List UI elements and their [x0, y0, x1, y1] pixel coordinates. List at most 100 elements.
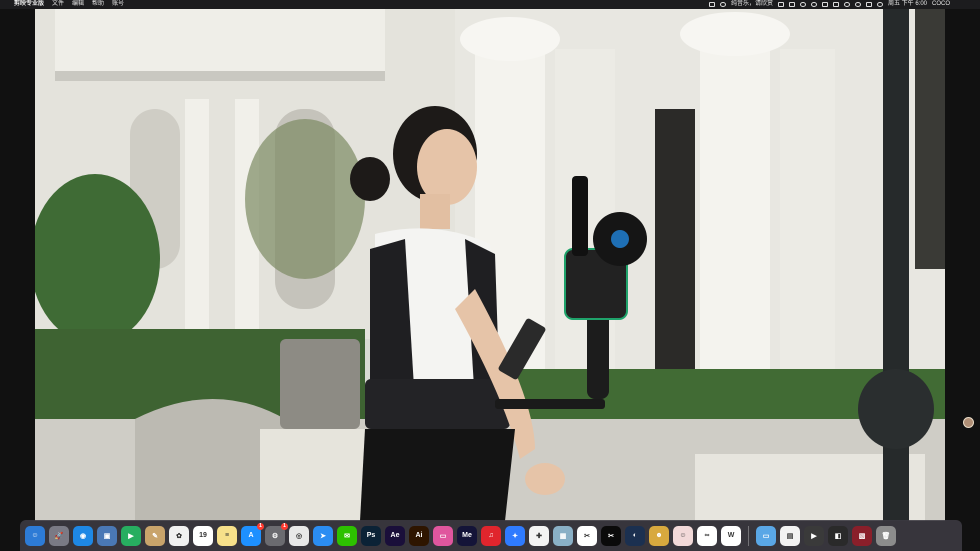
xiaohongshu-glyph: ✚	[536, 532, 542, 540]
baidu-netdisk-icon[interactable]: ∞	[697, 525, 717, 546]
direct-share-icon[interactable]: ➤	[313, 525, 333, 546]
photoshop-glyph: Ps	[366, 532, 376, 539]
image-thumbnail-glyph: ▧	[858, 532, 866, 540]
after-effects-icon[interactable]: Ae	[385, 525, 405, 546]
floating-avatar-icon[interactable]	[963, 417, 974, 428]
trash-glyph: 🗑	[881, 532, 891, 540]
lamp-post-base	[858, 369, 934, 449]
system-settings-icon[interactable]: ⚙ 1	[265, 522, 288, 546]
calendar-icon[interactable]: 19	[193, 525, 213, 546]
search-icon[interactable]	[854, 2, 861, 7]
finder-glyph: ☺	[31, 532, 39, 539]
neck	[420, 194, 450, 229]
wechat-icon[interactable]: ✉	[337, 525, 357, 546]
notification-badge: 1	[281, 522, 288, 530]
scene-illustration	[35, 9, 945, 521]
now-playing-text[interactable]: 纯音乐，请欣赏	[731, 0, 773, 9]
avatar-app-icon[interactable]: ☺	[673, 525, 693, 546]
folder-pink-icon[interactable]: ▭	[433, 525, 453, 546]
video-preview[interactable]	[35, 9, 945, 521]
user-name-text[interactable]: COCO	[932, 0, 950, 9]
illustrator-glyph: Ai	[415, 532, 423, 539]
screen-recording-thumbnail-icon[interactable]: ◧	[828, 525, 848, 546]
chrome-icon[interactable]: ◎	[289, 525, 309, 546]
wps-icon[interactable]: W	[721, 525, 741, 546]
menu-account[interactable]: 账号	[112, 0, 124, 9]
netease-music-glyph: ♫	[488, 532, 494, 539]
screenshot-icon[interactable]: ▦	[553, 525, 573, 546]
video-thumbnail-icon[interactable]: ▶	[804, 525, 824, 546]
image-thumbnail-icon[interactable]: ▧	[852, 525, 872, 546]
bluetooth-icon[interactable]	[832, 2, 839, 7]
clock-text[interactable]: 周五 下午 6:00	[888, 0, 927, 9]
photos-icon[interactable]: ✿	[169, 525, 189, 546]
notes-icon[interactable]: ≡	[217, 525, 237, 546]
launchpad-icon[interactable]: 🚀	[49, 525, 69, 546]
photoshop-icon[interactable]: Ps	[361, 525, 381, 546]
tree-left	[35, 174, 160, 344]
avatar-app-glyph: ☺	[679, 532, 687, 539]
folder-icon[interactable]: ▭	[756, 525, 776, 546]
folder-pink-glyph: ▭	[439, 532, 447, 540]
wifi-icon[interactable]	[843, 2, 850, 7]
doge-glyph: ☻	[655, 532, 663, 539]
support-arm	[495, 399, 605, 409]
top-extension	[572, 176, 588, 256]
cast-icon[interactable]	[810, 2, 817, 7]
folder-glyph: ▭	[762, 532, 770, 540]
capcut-glyph: ✂	[584, 532, 590, 540]
menu-edit[interactable]: 编辑	[72, 0, 84, 9]
video-thumbnail-glyph: ▶	[811, 532, 817, 540]
wechat-glyph: ✉	[344, 532, 350, 540]
finder-icon[interactable]: ☺	[25, 525, 45, 546]
column-3	[700, 39, 770, 379]
next-track-icon[interactable]	[788, 2, 795, 7]
music-status-icon[interactable]	[719, 2, 726, 7]
media-encoder-icon[interactable]: Me	[457, 525, 477, 546]
preview-icon[interactable]: ▣	[97, 525, 117, 546]
notes-app-icon[interactable]: ✎	[145, 525, 165, 546]
app-menu[interactable]: 剪映专业版	[14, 0, 44, 9]
siri-icon[interactable]	[876, 2, 883, 7]
facetime-glyph: ▶	[128, 532, 134, 540]
vest-belt	[365, 379, 510, 429]
black-skirt	[360, 429, 515, 521]
battery-icon[interactable]	[821, 2, 828, 7]
pause-icon[interactable]	[777, 2, 784, 7]
doge-icon[interactable]: ☻	[649, 525, 669, 546]
safari-icon[interactable]: ◉	[73, 525, 93, 546]
netease-music-icon[interactable]: ♫	[481, 525, 501, 546]
app-store-glyph: A	[248, 532, 254, 539]
xiaohongshu-icon[interactable]: ✚	[529, 525, 549, 546]
dark-doorway	[655, 109, 695, 379]
right-window	[915, 9, 945, 269]
menu-help[interactable]: 帮助	[92, 0, 104, 9]
cinema-4d-glyph: ◐	[632, 532, 638, 539]
trash-icon[interactable]: 🗑	[876, 525, 896, 546]
illustrator-icon[interactable]: Ai	[409, 525, 429, 546]
facetime-icon[interactable]: ▶	[121, 525, 141, 546]
lark-icon[interactable]: ✦	[505, 525, 525, 546]
stone-pedestal	[260, 429, 375, 521]
wechat-status-icon[interactable]	[708, 2, 715, 7]
brand-logo-badge	[611, 230, 629, 248]
face	[417, 129, 477, 205]
media-encoder-glyph: Me	[462, 532, 472, 539]
column-4	[780, 49, 835, 379]
cinema-4d-icon[interactable]: ◐	[625, 525, 645, 546]
record-icon[interactable]	[799, 2, 806, 7]
screen-recording-thumbnail-glyph: ◧	[834, 532, 842, 540]
app-store-icon[interactable]: A1	[241, 522, 264, 546]
wps-glyph: W	[727, 532, 735, 539]
control-center-icon[interactable]	[865, 2, 872, 7]
pillar-left-1	[185, 99, 209, 329]
notes-app-glyph: ✎	[152, 532, 158, 540]
screenshot-glyph: ▦	[559, 532, 567, 540]
document-thumbnail-icon[interactable]: ▤	[780, 525, 800, 546]
hair-bun	[350, 157, 390, 201]
hand	[525, 463, 565, 495]
tree-middle	[245, 119, 365, 279]
jianying-icon[interactable]: ✂	[601, 525, 621, 546]
menu-file[interactable]: 文件	[52, 0, 64, 9]
capcut-icon[interactable]: ✂	[577, 525, 597, 546]
